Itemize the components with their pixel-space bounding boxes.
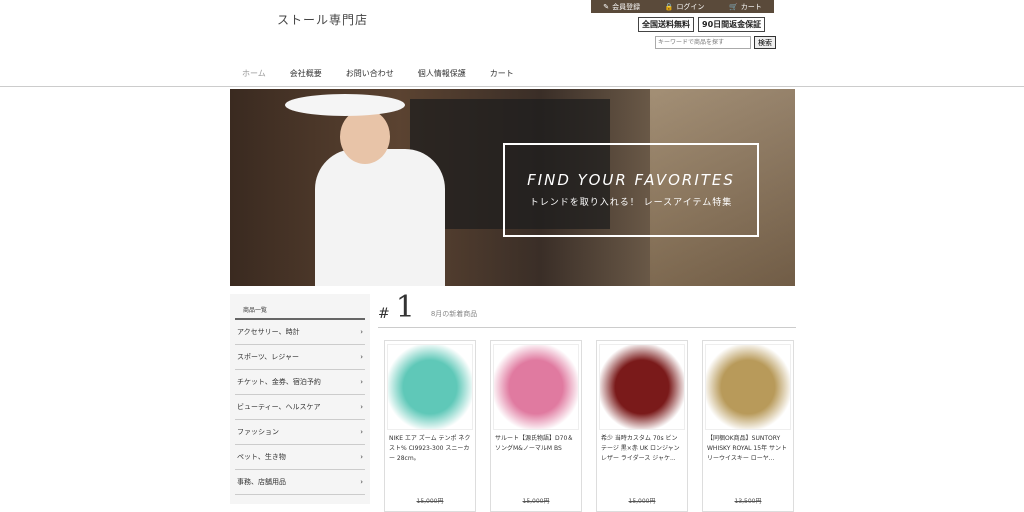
ranking-header: # 1 8月の新着商品 <box>378 290 796 328</box>
nav-privacy[interactable]: 個人情報保護 <box>406 68 478 79</box>
hero-model-face <box>340 109 390 164</box>
product-card[interactable]: NIKE エア ズーム テンポ ネクスト% CI9923-300 スニーカー 2… <box>384 340 476 512</box>
sidebar-item-office[interactable]: 事務、店舗用品 › <box>235 470 365 495</box>
chevron-right-icon: › <box>360 378 363 386</box>
sidebar-item-label: アクセサリー、時計 <box>237 328 300 336</box>
sidebar-item-label: スポーツ、レジャー <box>237 353 299 361</box>
sidebar-item-label: 事務、店舗用品 <box>237 478 286 486</box>
service-badges: 全国送料無料 90日間返金保証 <box>638 17 766 32</box>
sidebar-item-sports[interactable]: スポーツ、レジャー › <box>235 345 365 370</box>
chevron-right-icon: › <box>360 478 363 486</box>
product-name[interactable]: 【同梱OK商品】SUNTORY WHISKY ROYAL 15年 サントリーウイ… <box>703 430 793 468</box>
product-list: NIKE エア ズーム テンポ ネクスト% CI9923-300 スニーカー 2… <box>378 340 796 512</box>
site-logo[interactable]: ストール専門店 <box>277 11 368 28</box>
product-image[interactable] <box>493 344 579 430</box>
product-price: 15,000円 <box>628 498 656 505</box>
cart-icon: 🛒 <box>729 2 738 11</box>
nav-cart[interactable]: カート <box>478 68 526 79</box>
product-price: 15,000円 <box>522 498 550 505</box>
hero-banner[interactable]: FIND YOUR FAVORITES トレンドを取り入れる！ レースアイテム特… <box>230 89 795 286</box>
hero-caption-box: FIND YOUR FAVORITES トレンドを取り入れる！ レースアイテム特… <box>503 143 759 237</box>
ranking-number: 1 <box>395 290 415 325</box>
product-card[interactable]: 【同梱OK商品】SUNTORY WHISKY ROYAL 15年 サントリーウイ… <box>702 340 794 512</box>
login-label: ログイン <box>676 2 705 11</box>
free-shipping-badge: 全国送料無料 <box>638 17 694 32</box>
sidebar-item-label: ペット、生き物 <box>237 453 286 461</box>
product-card[interactable]: サルート【源氏物語】D70＆ソングM&ノーマルM BS 15,000円 <box>490 340 582 512</box>
cart-link[interactable]: 🛒 カート <box>729 2 762 12</box>
category-sidebar: 商品一覧 アクセサリー、時計 › スポーツ、レジャー › チケット、金券、宿泊予約 ›… <box>230 294 370 504</box>
product-image[interactable] <box>705 344 791 430</box>
cart-label: カート <box>740 2 762 11</box>
sidebar-item-label: ビューティー、ヘルスケア <box>237 403 321 411</box>
chevron-right-icon: › <box>360 328 363 336</box>
sidebar-item-tickets[interactable]: チケット、金券、宿泊予約 › <box>235 370 365 395</box>
chevron-right-icon: › <box>360 453 363 461</box>
nav-contact[interactable]: お問い合わせ <box>334 68 406 79</box>
hero-model-body <box>315 149 445 286</box>
login-link[interactable]: 🔒 ログイン <box>665 2 705 12</box>
register-link[interactable]: ✎ 会員登録 <box>603 2 640 12</box>
top-account-bar: ✎ 会員登録 🔒 ログイン 🛒 カート <box>591 0 774 13</box>
nav-home[interactable]: ホーム <box>230 68 278 79</box>
ranking-hash: # <box>378 306 390 322</box>
pen-icon: ✎ <box>603 2 610 11</box>
sidebar-title: 商品一覧 <box>235 294 365 320</box>
nav-company[interactable]: 会社概要 <box>278 68 334 79</box>
search-input[interactable] <box>655 36 751 49</box>
product-image[interactable] <box>599 344 685 430</box>
product-name[interactable]: NIKE エア ズーム テンポ ネクスト% CI9923-300 スニーカー 2… <box>385 430 475 468</box>
hero-subtitle: トレンドを取り入れる！ レースアイテム特集 <box>529 198 733 208</box>
sidebar-item-pets[interactable]: ペット、生き物 › <box>235 445 365 470</box>
product-price: 13,500円 <box>734 498 762 505</box>
sidebar-item-label: チケット、金券、宿泊予約 <box>237 378 321 386</box>
ranking-subtitle: 8月の新着商品 <box>430 310 478 318</box>
sidebar-item-accessories[interactable]: アクセサリー、時計 › <box>235 320 365 345</box>
product-price: 15,000円 <box>416 498 444 505</box>
lock-icon: 🔒 <box>664 2 674 11</box>
refund-badge: 90日間返金保証 <box>698 17 766 32</box>
main-nav: ホーム 会社概要 お問い合わせ 個人情報保護 カート <box>230 68 526 79</box>
product-card[interactable]: 希少 当時カスタム 70s ビンテージ 黒×赤 UK ロンジャン レザー ライダ… <box>596 340 688 512</box>
sidebar-item-fashion[interactable]: ファッション › <box>235 420 365 445</box>
product-image[interactable] <box>387 344 473 430</box>
new-products-section: # 1 8月の新着商品 NIKE エア ズーム テンポ ネクスト% CI9923… <box>378 290 796 512</box>
chevron-right-icon: › <box>360 428 363 436</box>
chevron-right-icon: › <box>360 353 363 361</box>
product-name[interactable]: サルート【源氏物語】D70＆ソングM&ノーマルM BS <box>491 430 581 458</box>
search-button[interactable]: 検索 <box>754 36 776 49</box>
hero-model-hat <box>285 94 405 116</box>
sidebar-item-label: ファッション <box>237 428 279 436</box>
chevron-right-icon: › <box>360 403 363 411</box>
register-label: 会員登録 <box>612 2 641 11</box>
search-bar: 検索 <box>655 36 776 49</box>
sidebar-item-beauty[interactable]: ビューティー、ヘルスケア › <box>235 395 365 420</box>
hero-title: FIND YOUR FAVORITES <box>527 171 735 189</box>
product-name[interactable]: 希少 当時カスタム 70s ビンテージ 黒×赤 UK ロンジャン レザー ライダ… <box>597 430 687 468</box>
nav-divider <box>0 86 1024 87</box>
